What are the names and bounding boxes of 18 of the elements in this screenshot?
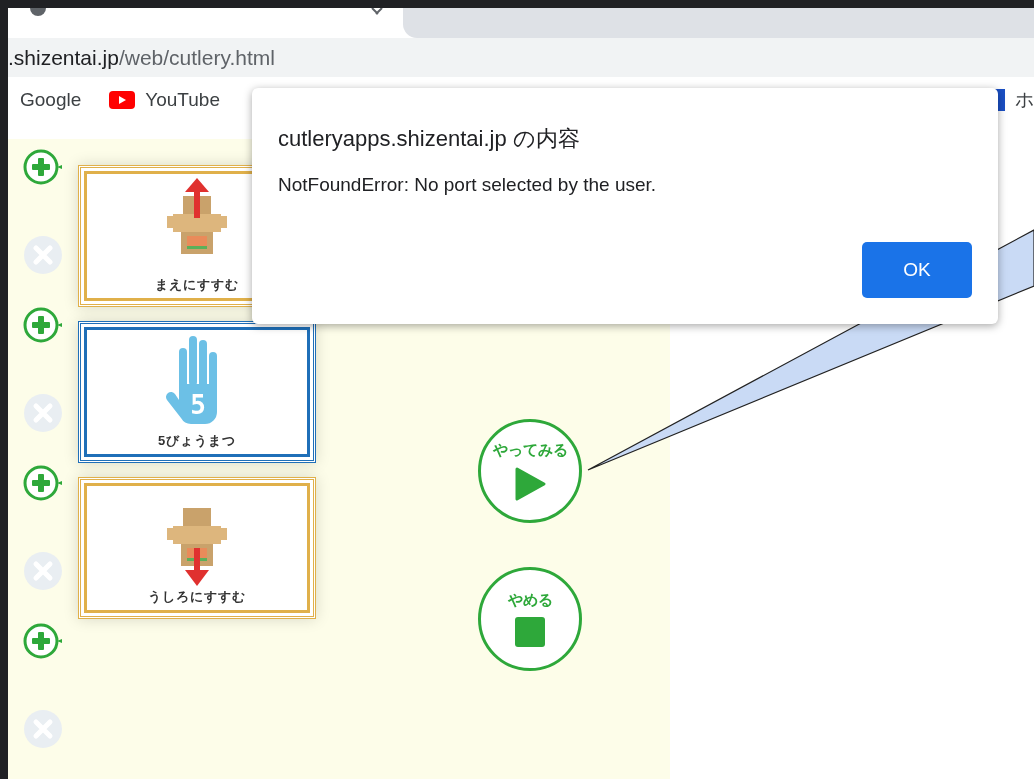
card-label: 5びょうまつ [157,432,237,450]
stop-icon [514,615,546,648]
add-icon[interactable] [22,305,64,345]
add-icon[interactable] [22,463,64,503]
card-label: まえにすすむ [155,276,239,294]
bookmark-link[interactable]: YouTube [109,89,220,112]
add-icon[interactable] [22,147,64,187]
command-card[interactable]: 5 5びょうまつ [78,321,316,463]
dialog-title: cutleryapps.shizentai.jp の内容 [278,125,581,153]
add-icon[interactable] [22,621,64,661]
card-label: うしろにすすむ [148,588,246,606]
command-card[interactable]: うしろにすすむ [78,477,316,619]
address-bar[interactable]: .shizentai.jp/web/cutlery.html [8,38,1034,78]
ok-button[interactable]: OK [862,242,972,298]
video-play-icon [109,91,136,110]
hand-drawing: 5 [165,334,229,430]
play-icon [513,465,547,502]
bookmark-link[interactable]: Google [20,89,82,112]
